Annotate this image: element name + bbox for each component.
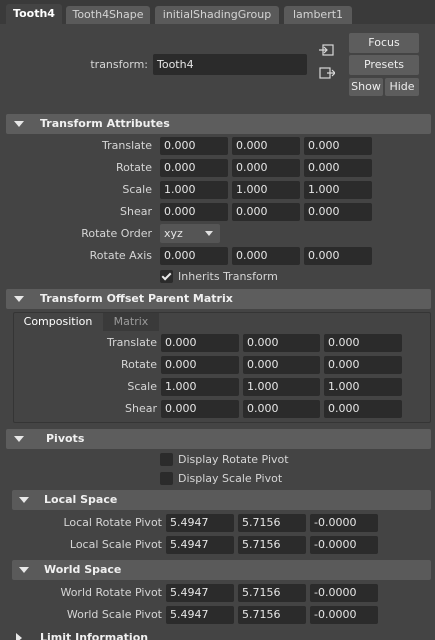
op-scale-x-field[interactable]: 1.000 (161, 378, 239, 396)
rotate-axis-y-field[interactable]: 0.000 (232, 247, 300, 265)
section-title: Transform Offset Parent Matrix (40, 292, 233, 305)
section-title: Limit Information (40, 631, 149, 640)
transform-name-field[interactable]: Tooth4 (153, 54, 307, 75)
op-shear-label: Shear (125, 402, 157, 415)
rotate-y-field[interactable]: 0.000 (232, 159, 300, 177)
op-scale-y-field[interactable]: 1.000 (243, 378, 320, 396)
offset-parent-matrix-header[interactable]: Transform Offset Parent Matrix (6, 289, 431, 309)
local-scale-pivot-y-field[interactable]: 5.7156 (238, 536, 306, 554)
local-rotate-pivot-y-field[interactable]: 5.7156 (238, 514, 306, 532)
rotate-z-field[interactable]: 0.000 (304, 159, 372, 177)
inherits-transform-label: Inherits Transform (178, 270, 278, 283)
local-rotate-pivot-x-field[interactable]: 5.4947 (166, 514, 234, 532)
display-rotate-pivot-checkbox[interactable] (160, 453, 173, 466)
display-rotate-pivot-label: Display Rotate Pivot (178, 453, 289, 466)
scale-y-field[interactable]: 1.000 (232, 181, 300, 199)
section-title: Transform Attributes (40, 117, 170, 130)
scale-x-field[interactable]: 1.000 (160, 181, 228, 199)
tab-matrix[interactable]: Matrix (103, 313, 159, 331)
section-title: Local Space (44, 493, 118, 506)
local-space-header[interactable]: Local Space (12, 490, 431, 510)
collapse-arrow-icon (14, 121, 24, 127)
expand-arrow-icon (16, 633, 22, 640)
shear-z-field[interactable]: 0.000 (304, 203, 372, 221)
local-scale-pivot-x-field[interactable]: 5.4947 (166, 536, 234, 554)
world-rotate-pivot-label: World Rotate Pivot (60, 586, 162, 599)
collapse-arrow-icon (14, 296, 24, 302)
show-button[interactable]: Show (349, 78, 383, 96)
world-scale-pivot-z-field[interactable]: -0.0000 (310, 606, 378, 624)
transform-label: transform: (90, 58, 148, 71)
display-scale-pivot-label: Display Scale Pivot (178, 472, 283, 485)
world-rotate-pivot-x-field[interactable]: 5.4947 (166, 584, 234, 602)
limit-information-header[interactable]: Limit Information (6, 630, 431, 640)
inherits-transform-checkbox[interactable] (160, 270, 173, 283)
scale-z-field[interactable]: 1.000 (304, 181, 372, 199)
shear-label: Shear (120, 205, 152, 218)
op-scale-label: Scale (127, 380, 157, 393)
collapse-arrow-icon (14, 436, 24, 442)
op-rotate-label: Rotate (120, 358, 157, 371)
collapse-arrow-icon (19, 497, 29, 503)
section-title: World Space (44, 563, 122, 576)
op-scale-z-field[interactable]: 1.000 (324, 378, 402, 396)
world-space-header[interactable]: World Space (12, 560, 431, 580)
rotate-x-field[interactable]: 0.000 (160, 159, 228, 177)
rotate-order-dropdown[interactable]: xyz (160, 224, 220, 243)
collapse-arrow-icon (19, 567, 29, 573)
world-scale-pivot-label: World Scale Pivot (66, 608, 162, 621)
rotate-axis-label: Rotate Axis (89, 249, 152, 262)
rotate-axis-z-field[interactable]: 0.000 (304, 247, 372, 265)
focus-button[interactable]: Focus (349, 33, 419, 53)
op-shear-x-field[interactable]: 0.000 (161, 400, 239, 418)
rotate-axis-x-field[interactable]: 0.000 (160, 247, 228, 265)
transform-attributes-header[interactable]: Transform Attributes (6, 114, 431, 134)
rotate-order-value: xyz (164, 227, 183, 240)
tab-lambert1[interactable]: lambert1 (284, 6, 352, 24)
translate-y-field[interactable]: 0.000 (232, 137, 300, 155)
rotate-label: Rotate (115, 161, 152, 174)
input-connection-icon[interactable] (319, 44, 335, 57)
translate-x-field[interactable]: 0.000 (160, 137, 228, 155)
shear-y-field[interactable]: 0.000 (232, 203, 300, 221)
op-translate-label: Translate (107, 336, 157, 349)
op-rotate-z-field[interactable]: 0.000 (324, 356, 402, 374)
local-scale-pivot-z-field[interactable]: -0.0000 (310, 536, 378, 554)
hide-button[interactable]: Hide (385, 78, 419, 96)
translate-z-field[interactable]: 0.000 (304, 137, 372, 155)
tab-bar: Tooth4 Tooth4Shape initialShadingGroup l… (0, 0, 435, 24)
section-title: Pivots (46, 432, 85, 445)
world-rotate-pivot-y-field[interactable]: 5.7156 (238, 584, 306, 602)
op-translate-y-field[interactable]: 0.000 (243, 334, 320, 352)
translate-label: Translate (102, 139, 152, 152)
display-scale-pivot-checkbox[interactable] (160, 472, 173, 485)
rotate-order-label: Rotate Order (81, 227, 152, 240)
op-rotate-y-field[interactable]: 0.000 (243, 356, 320, 374)
output-connection-icon[interactable] (319, 67, 336, 80)
local-scale-pivot-label: Local Scale Pivot (69, 538, 162, 551)
scale-label: Scale (122, 183, 152, 196)
pivots-header[interactable]: Pivots (6, 429, 431, 449)
tab-composition[interactable]: Composition (15, 313, 101, 331)
local-rotate-pivot-z-field[interactable]: -0.0000 (310, 514, 378, 532)
op-translate-z-field[interactable]: 0.000 (324, 334, 402, 352)
op-shear-z-field[interactable]: 0.000 (324, 400, 402, 418)
chevron-down-icon (205, 231, 213, 236)
world-rotate-pivot-z-field[interactable]: -0.0000 (310, 584, 378, 602)
shear-x-field[interactable]: 0.000 (160, 203, 228, 221)
op-rotate-x-field[interactable]: 0.000 (161, 356, 239, 374)
op-translate-x-field[interactable]: 0.000 (161, 334, 239, 352)
presets-button[interactable]: Presets (349, 55, 419, 75)
local-rotate-pivot-label: Local Rotate Pivot (63, 516, 162, 529)
tab-initialshadinggroup[interactable]: initialShadingGroup (155, 6, 279, 24)
world-scale-pivot-x-field[interactable]: 5.4947 (166, 606, 234, 624)
tab-tooth4shape[interactable]: Tooth4Shape (66, 6, 150, 24)
tab-tooth4[interactable]: Tooth4 (6, 4, 62, 24)
op-shear-y-field[interactable]: 0.000 (243, 400, 320, 418)
world-scale-pivot-y-field[interactable]: 5.7156 (238, 606, 306, 624)
